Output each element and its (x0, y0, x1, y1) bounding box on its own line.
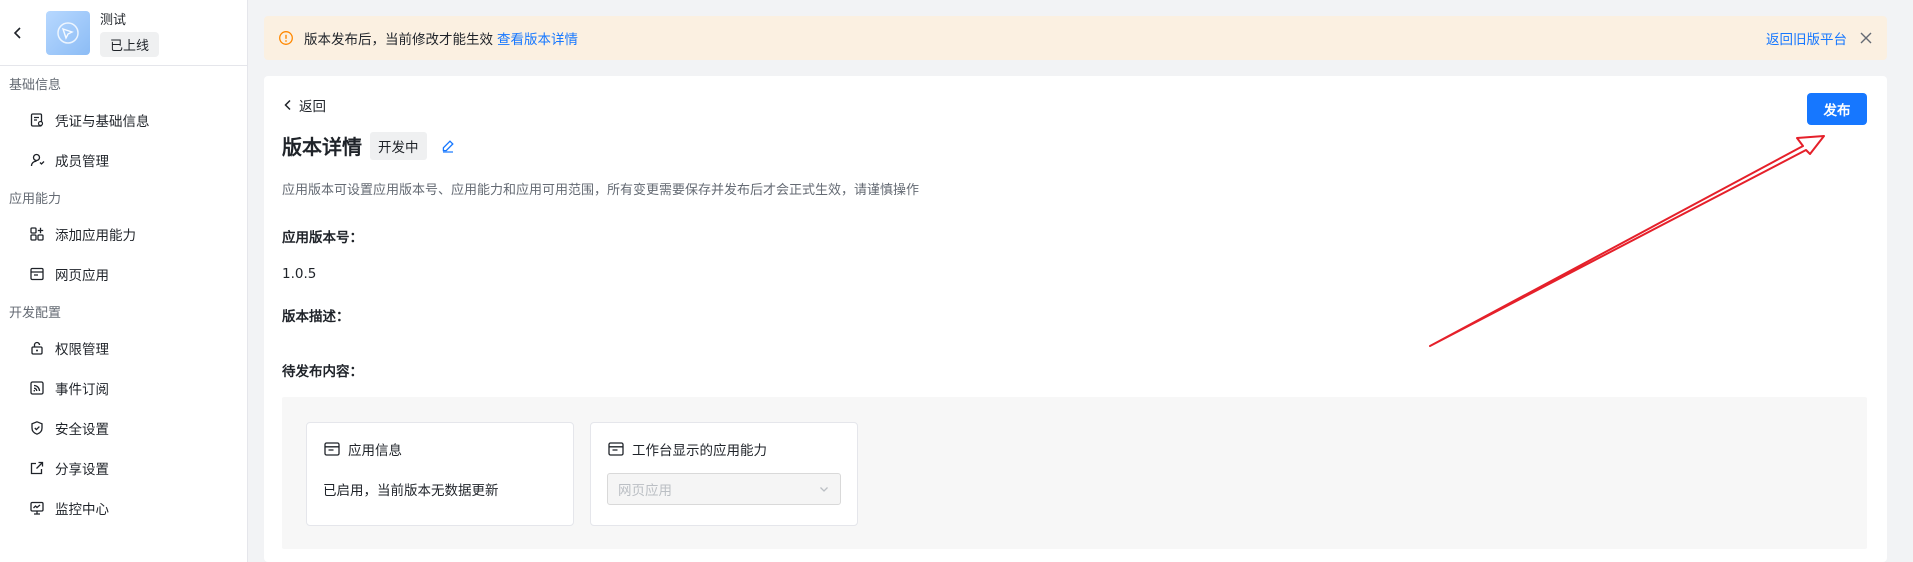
sidebar-item-events[interactable]: 事件订阅 (0, 368, 247, 408)
sidebar-item-label: 添加应用能力 (55, 228, 136, 244)
monitor-icon (30, 501, 44, 515)
version-detail-card: 返回 发布 版本详情 开发中 应用版本可设置应用版本号、应用能力和应用可用范围，… (264, 76, 1887, 562)
sidebar-item-share[interactable]: 分享设置 (0, 448, 247, 488)
view-version-details-link[interactable]: 查看版本详情 (497, 28, 578, 48)
sidebar-item-label: 分享设置 (55, 462, 109, 478)
notice-bar: 版本发布后，当前修改才能生效 查看版本详情 返回旧版平台 (264, 16, 1887, 60)
add-capability-icon (30, 227, 44, 241)
page-title: 版本详情 (282, 135, 362, 159)
lock-icon (31, 341, 43, 355)
back-link[interactable]: 返回 (282, 95, 326, 115)
version-description-label: 版本描述： (282, 309, 350, 325)
status-badge: 开发中 (370, 131, 427, 160)
window-icon (324, 442, 340, 456)
sidebar-item-label: 安全设置 (55, 422, 109, 438)
capability-select[interactable]: 网页应用 (607, 473, 841, 505)
sidebar-item-members[interactable]: 成员管理 (0, 140, 247, 180)
rss-icon (30, 381, 44, 395)
pending-content-area: 应用信息 已启用，当前版本无数据更新 工作台显示的应用能力 网页应用 (282, 397, 1867, 549)
card-title: 工作台显示的应用能力 (632, 443, 767, 459)
credential-icon (30, 113, 44, 127)
notice-text: 版本发布后，当前修改才能生效 (304, 32, 493, 48)
publish-button[interactable]: 发布 (1807, 93, 1867, 125)
chevron-left-icon (284, 99, 291, 111)
close-icon[interactable] (1859, 31, 1873, 45)
select-value: 网页应用 (618, 483, 672, 499)
sidebar-item-label: 权限管理 (55, 342, 109, 358)
nav-group-dev-config: 开发配置 权限管理 事件订阅 安全设置 分享设置 监控中心 (0, 294, 247, 528)
info-warning-icon (279, 31, 293, 45)
page-description: 应用版本可设置应用版本号、应用能力和应用可用范围，所有变更需要保存并发布后才会正… (282, 183, 920, 198)
web-app-icon (30, 267, 44, 281)
chevron-down-icon (820, 487, 828, 492)
sidebar-item-security[interactable]: 安全设置 (0, 408, 247, 448)
card-body: 已启用，当前版本无数据更新 (323, 483, 499, 499)
app-name: 测试 (100, 12, 127, 28)
window-icon (608, 442, 624, 456)
nav-group-basic: 基础信息 凭证与基础信息 成员管理 (0, 66, 247, 180)
sidebar-item-credentials[interactable]: 凭证与基础信息 (0, 100, 247, 140)
version-number-value: 1.0.5 (282, 266, 317, 282)
back-label: 返回 (299, 99, 326, 115)
user-icon (30, 153, 45, 167)
edit-icon[interactable] (441, 139, 455, 153)
shield-icon (31, 421, 43, 435)
workbench-capability-card: 工作台显示的应用能力 网页应用 (590, 422, 858, 526)
pending-content-label: 待发布内容： (282, 364, 363, 380)
back-to-old-platform-link[interactable]: 返回旧版平台 (1766, 28, 1847, 48)
nav-group-title: 应用能力 (9, 191, 62, 207)
sidebar: 测试 已上线 基础信息 凭证与基础信息 成员管理 应用能力 添加应用能力 网页应… (0, 0, 248, 562)
sidebar-item-label: 事件订阅 (55, 382, 109, 398)
nav-group-capability: 应用能力 添加应用能力 网页应用 (0, 180, 247, 294)
sidebar-item-label: 凭证与基础信息 (55, 114, 150, 130)
sidebar-item-label: 网页应用 (55, 268, 109, 284)
card-title: 应用信息 (348, 443, 402, 459)
chevron-left-icon[interactable] (10, 25, 26, 41)
sidebar-item-monitor[interactable]: 监控中心 (0, 488, 247, 528)
share-icon (30, 461, 44, 475)
app-header: 测试 已上线 (0, 0, 247, 66)
sidebar-item-label: 监控中心 (55, 502, 109, 518)
version-number-label: 应用版本号： (282, 230, 363, 246)
nav-group-title: 基础信息 (9, 77, 62, 93)
app-logo (46, 10, 90, 55)
sidebar-item-web-app[interactable]: 网页应用 (0, 254, 247, 294)
sidebar-item-permissions[interactable]: 权限管理 (0, 328, 247, 368)
app-info-card: 应用信息 已启用，当前版本无数据更新 (306, 422, 574, 526)
nav-group-title: 开发配置 (9, 305, 62, 321)
sidebar-item-label: 成员管理 (55, 154, 109, 170)
app-status-badge: 已上线 (100, 31, 160, 57)
sidebar-item-add-capability[interactable]: 添加应用能力 (0, 214, 247, 254)
app-logo-icon (57, 21, 79, 44)
